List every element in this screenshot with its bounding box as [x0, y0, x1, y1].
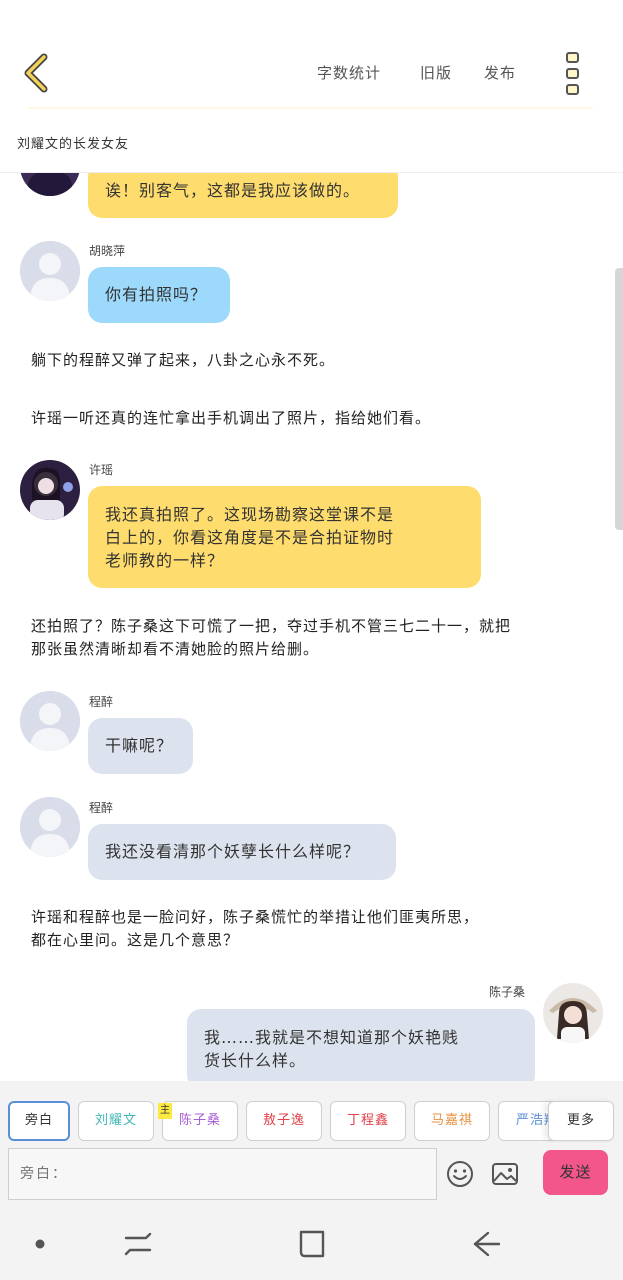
- avatar[interactable]: [20, 241, 80, 301]
- character-chip[interactable]: 马嘉祺: [414, 1101, 490, 1141]
- recents-icon: [124, 1232, 152, 1256]
- character-selector: 旁白 刘耀文 陈子桑 主 敖子逸 丁程鑫 马嘉祺 严浩翔 更多: [0, 1081, 623, 1143]
- character-chip[interactable]: 刘耀文: [78, 1101, 154, 1141]
- character-chip[interactable]: 敖子逸: [246, 1101, 322, 1141]
- message-bubble: 我还没看清那个妖孽长什么样呢？: [88, 824, 396, 880]
- vertical-dots-icon: [566, 52, 579, 95]
- message-bubble: 我还真拍照了。这现场勘察这堂课不是 白上的，你看这角度是不是合拍证物时 老师教的…: [88, 486, 481, 588]
- avatar[interactable]: [20, 797, 80, 857]
- message-bubble: 诶！别客气，这都是我应该做的。: [88, 173, 398, 218]
- default-avatar-icon: [20, 241, 80, 301]
- narration-text: 许瑶和程醉也是一脸问好，陈子桑慌忙的举措让他们匪夷所思， 都在心里问。这是几个意…: [31, 908, 480, 949]
- main-character-badge: 主: [158, 1103, 172, 1119]
- header-divider: [28, 107, 593, 109]
- avatar[interactable]: [543, 983, 603, 1043]
- emoji-button[interactable]: [445, 1159, 475, 1189]
- image-icon: [492, 1163, 518, 1185]
- old-version-button[interactable]: 旧版: [420, 62, 452, 88]
- recents-button[interactable]: [121, 1227, 155, 1261]
- smiley-icon: [447, 1161, 473, 1187]
- narration-text: 许瑶一听还真的连忙拿出手机调出了照片，指给她们看。: [31, 409, 432, 427]
- message-bubble: 我……我就是不想知道那个妖艳贱 货长什么样。: [187, 1009, 535, 1081]
- avatar[interactable]: [20, 691, 80, 751]
- system-nav-bar: [0, 1207, 623, 1280]
- character-chip[interactable]: 丁程鑫: [330, 1101, 406, 1141]
- back-button[interactable]: [18, 48, 58, 98]
- default-avatar-icon: [20, 797, 80, 857]
- scrollbar[interactable]: [615, 268, 623, 530]
- message-input[interactable]: [8, 1148, 437, 1200]
- nav-dot-button[interactable]: [23, 1227, 57, 1261]
- more-characters-button[interactable]: 更多: [548, 1101, 614, 1141]
- message-bubble: 干嘛呢？: [88, 718, 193, 774]
- top-bar: 字数统计 旧版 发布: [0, 0, 623, 120]
- chevron-left-icon: [24, 53, 48, 93]
- dot-icon: [35, 1239, 45, 1249]
- home-button[interactable]: [295, 1227, 329, 1261]
- speaker-name: 许瑶: [89, 463, 114, 477]
- avatar[interactable]: [20, 460, 80, 520]
- publish-button[interactable]: 发布: [484, 62, 516, 88]
- speaker-name: 胡晓萍: [89, 244, 126, 258]
- speaker-name: 陈子桑: [489, 985, 526, 999]
- image-button[interactable]: [490, 1159, 520, 1189]
- narration-text: 躺下的程醉又弹了起来，八卦之心永不死。: [31, 351, 336, 369]
- character-chip[interactable]: 陈子桑: [162, 1101, 238, 1141]
- message-bubble: 你有拍照吗？: [88, 267, 230, 323]
- speaker-name: 程醉: [89, 695, 114, 709]
- word-count-button[interactable]: 字数统计: [317, 62, 381, 88]
- input-bar: 发送: [0, 1143, 623, 1207]
- home-icon: [299, 1230, 325, 1258]
- story-title: 刘耀文的长发女友: [17, 137, 130, 152]
- narration-text: 还拍照了？陈子桑这下可慌了一把，夺过手机不管三七二十一，就把 那张虽然清晰却看不…: [31, 617, 512, 658]
- back-system-button[interactable]: [469, 1227, 503, 1261]
- character-chip-narrator[interactable]: 旁白: [8, 1101, 70, 1141]
- send-button[interactable]: 发送: [543, 1150, 608, 1195]
- speaker-name: 程醉: [89, 801, 114, 815]
- back-arrow-icon: [473, 1231, 501, 1257]
- avatar[interactable]: [20, 173, 80, 196]
- more-menu-button[interactable]: [562, 50, 584, 96]
- default-avatar-icon: [20, 691, 80, 751]
- chat-content[interactable]: 诶！别客气，这都是我应该做的。 胡晓萍 你有拍照吗？ 躺下的程醉又弹了起来，八卦…: [0, 173, 623, 1081]
